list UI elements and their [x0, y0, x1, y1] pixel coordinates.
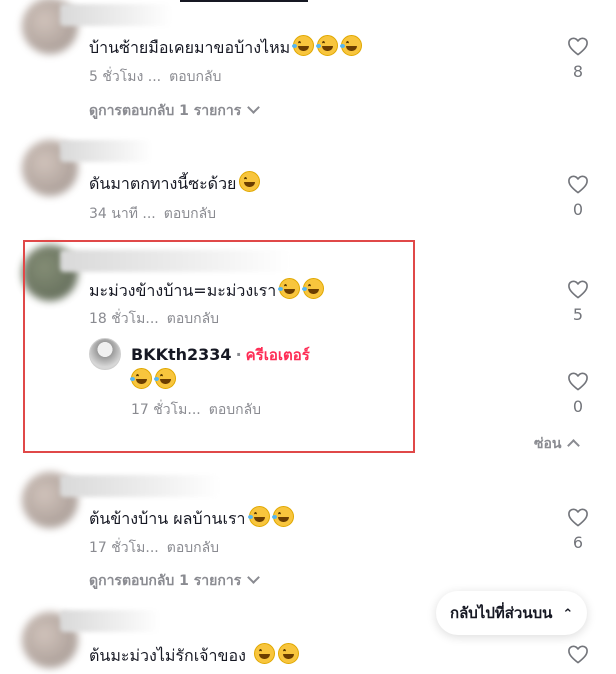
like-button[interactable]: 5: [562, 279, 594, 324]
comment-time: 5 ชั่วโมง ...: [89, 69, 162, 85]
laughing-emoji: [340, 35, 363, 56]
redacted-username: [60, 4, 172, 26]
grinning-emoji: [253, 643, 275, 664]
laughing-emoji: [130, 368, 152, 389]
active-tab-indicator: [180, 0, 308, 2]
comment-meta: 17 ชั่วโม... ตอบกลับ: [89, 537, 219, 559]
laughing-emoji: [292, 35, 315, 56]
comment-meta: 5 ชั่วโมง ... ตอบกลับ: [89, 66, 221, 88]
reply-avatar[interactable]: [89, 338, 121, 370]
redacted-username: [60, 475, 220, 497]
like-count: 8: [572, 62, 584, 81]
comment-meta: 18 ชั่วโม... ตอบกลับ: [89, 308, 219, 330]
view-replies-button[interactable]: ดูการตอบกลับ 1 รายการ: [89, 100, 261, 122]
redacted-username: [60, 140, 152, 162]
heart-outline-icon: [568, 175, 588, 194]
laughing-emoji: [247, 506, 270, 527]
grinning-emoji: [277, 643, 299, 664]
like-button[interactable]: [562, 644, 594, 664]
laughing-emoji: [278, 278, 301, 299]
reply-button[interactable]: ตอบกลับ: [164, 206, 216, 222]
laughing-emoji: [302, 278, 325, 299]
heart-outline-icon: [568, 645, 588, 664]
reply-text: [130, 368, 176, 390]
laughing-emoji: [316, 35, 339, 56]
chevron-up-icon: [567, 439, 581, 452]
laughing-emoji: [154, 368, 176, 389]
comment-text: ต้นมะม่วงไม่รักเจ้าของ: [89, 643, 299, 669]
comment-text: ต้นข้างบ้าน ผลบ้านเรา: [89, 506, 294, 532]
reply-time: 17 ชั่วโม...: [131, 402, 201, 418]
redacted-username: [60, 610, 160, 632]
reply-username[interactable]: BKKth2334: [131, 345, 232, 364]
reply-button[interactable]: ตอบกลับ: [167, 311, 219, 327]
back-to-top-button[interactable]: กลับไปที่ส่วนบน ⌃: [436, 591, 588, 635]
chevron-down-icon: [247, 571, 261, 584]
heart-outline-icon: [568, 37, 588, 56]
creator-badge: ครีเอเตอร์: [245, 346, 310, 364]
reply-button[interactable]: ตอบกลับ: [209, 402, 261, 418]
hide-replies-button[interactable]: ซ่อน: [534, 433, 581, 455]
comment-time: 18 ชั่วโม...: [89, 311, 159, 327]
grinning-emoji: [239, 171, 261, 192]
like-button[interactable]: 0: [562, 371, 594, 416]
reply-author: BKKth2334 · ครีเอเตอร์: [131, 345, 310, 364]
chevron-down-icon: [247, 101, 261, 114]
reply-meta: 17 ชั่วโม... ตอบกลับ: [131, 399, 261, 421]
like-button[interactable]: 0: [562, 174, 594, 219]
heart-outline-icon: [568, 508, 588, 527]
redacted-username: [60, 250, 290, 272]
comment-time: 34 นาที ...: [89, 206, 156, 222]
comment-meta: 34 นาที ... ตอบกลับ: [89, 203, 216, 225]
like-count: 5: [572, 305, 584, 324]
reply-button[interactable]: ตอบกลับ: [167, 540, 219, 556]
like-count: 0: [572, 200, 584, 219]
reply-button[interactable]: ตอบกลับ: [169, 69, 221, 85]
heart-outline-icon: [568, 372, 588, 391]
like-count: 0: [572, 397, 584, 416]
laughing-emoji: [271, 506, 294, 527]
like-count: 6: [572, 533, 584, 552]
double-chevron-up-icon: ⌃: [562, 607, 574, 622]
comment-text: มะม่วงข้างบ้าน=มะม่วงเรา: [89, 278, 325, 304]
comment-time: 17 ชั่วโม...: [89, 540, 159, 556]
like-button[interactable]: 8: [562, 36, 594, 81]
comment-text: บ้านซ้ายมือเคยมาขอบ้างไหม: [89, 35, 363, 61]
view-replies-button[interactable]: ดูการตอบกลับ 1 รายการ: [89, 570, 261, 592]
comment-text: ดันมาตกทางนี้ซะด้วย: [89, 171, 261, 197]
like-button[interactable]: 6: [562, 507, 594, 552]
heart-outline-icon: [568, 280, 588, 299]
